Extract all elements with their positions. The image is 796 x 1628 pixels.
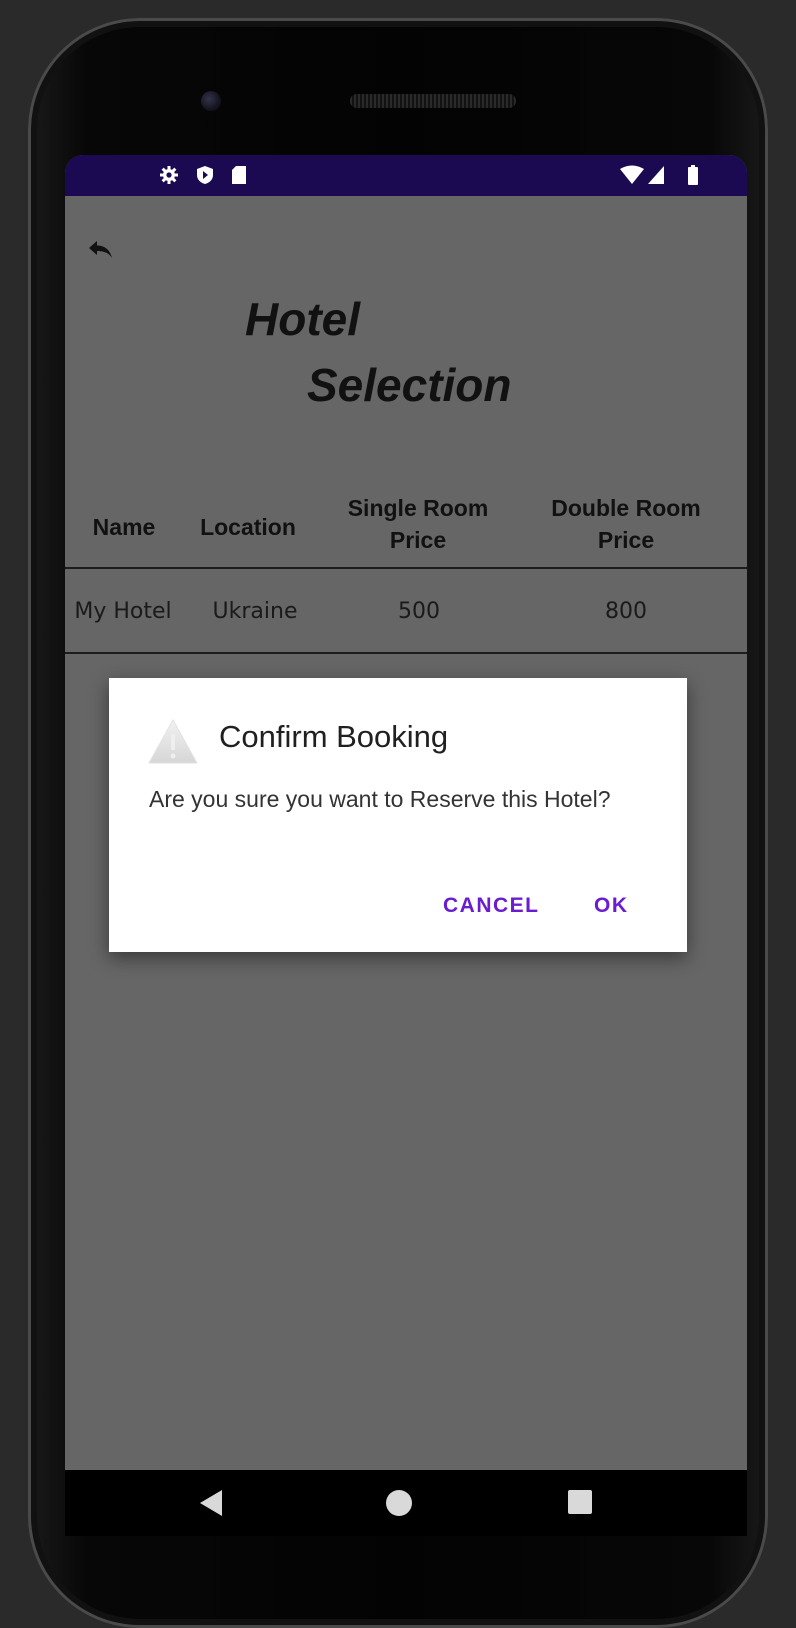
app-content: Hotel Selection Name Location Single Roo…: [65, 196, 747, 1533]
confirm-dialog: Confirm Booking Are you sure you want to…: [109, 678, 687, 952]
front-camera: [201, 91, 221, 111]
page-title-line1: Hotel: [245, 293, 360, 345]
cell-single-price: 500: [398, 599, 440, 624]
settings-icon: [160, 166, 178, 184]
sd-card-icon: [232, 166, 246, 184]
row-divider: [65, 652, 747, 654]
column-header-name: Name: [92, 514, 156, 540]
wifi-icon: [620, 165, 644, 184]
earpiece-speaker: [350, 94, 516, 108]
signal-icon: [648, 166, 664, 184]
cancel-button[interactable]: CANCEL: [443, 894, 540, 918]
column-header-double-price: Double Room Price: [551, 495, 701, 553]
nav-back-icon[interactable]: [198, 1488, 224, 1518]
cell-double-price: 800: [605, 599, 647, 624]
status-bar: [65, 155, 747, 196]
warning-icon: [148, 718, 198, 764]
nav-home-icon[interactable]: [384, 1488, 414, 1518]
shield-icon: [197, 166, 213, 184]
nav-recents-icon[interactable]: [566, 1488, 594, 1516]
column-header-single-price: Single Room Price: [347, 495, 489, 553]
page-title-line2: Selection: [307, 359, 512, 411]
battery-icon: [688, 165, 698, 185]
device-screen: Hotel Selection Name Location Single Roo…: [65, 155, 747, 1533]
ok-button[interactable]: OK: [594, 894, 629, 918]
dialog-title: Confirm Booking: [219, 719, 449, 754]
dialog-message: Are you sure you want to Reserve this Ho…: [149, 786, 611, 812]
header-divider: [65, 567, 747, 569]
navigation-bar: [65, 1470, 747, 1536]
cell-location: Ukraine: [212, 599, 298, 624]
column-header-location: Location: [200, 514, 296, 540]
cell-hotel-name: My Hotel: [74, 599, 172, 624]
back-arrow-icon[interactable]: [85, 236, 117, 268]
